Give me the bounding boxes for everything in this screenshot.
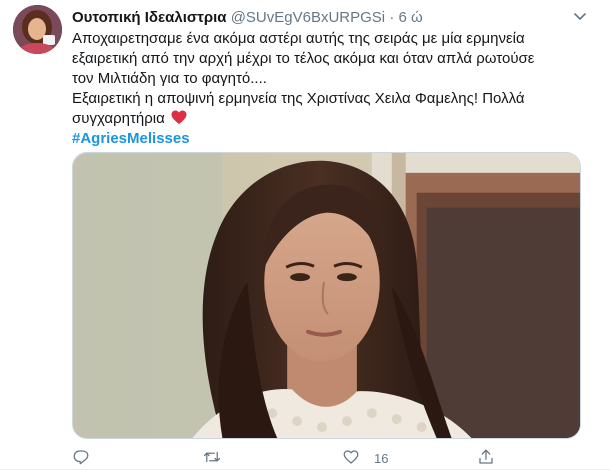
user-handle[interactable]: @SUvEgV6BxURPGSi <box>231 9 385 26</box>
share-icon <box>477 448 495 469</box>
tweet-text: Αποχαιρετησαμε ένα ακόμα αστέρι αυτής τη… <box>72 29 582 149</box>
avatar[interactable] <box>13 5 62 54</box>
reply-icon <box>72 448 90 469</box>
tweet-line: τον Μιλτιάδη για το φαγητό.... <box>72 70 267 87</box>
retweet-button[interactable] <box>203 448 221 468</box>
like-button[interactable]: 16 <box>342 448 388 468</box>
tweet-line: συγχαρητήρια <box>72 110 165 127</box>
like-count: 16 <box>374 450 389 466</box>
hashtag-link[interactable]: #AgriesMelisses <box>72 130 190 147</box>
like-icon <box>342 448 360 469</box>
reply-button[interactable] <box>72 448 90 468</box>
tweet-actions: 16 <box>72 448 512 468</box>
tweet-line: εξαιρετική από την αρχή μέχρι το τέλος α… <box>72 50 535 67</box>
tweet-line: Αποχαιρετησαμε ένα ακόμα αστέρι αυτής τη… <box>72 30 525 47</box>
share-button[interactable] <box>477 448 495 468</box>
red-heart-emoji-icon <box>171 110 187 125</box>
separator-dot: · <box>389 9 395 26</box>
chevron-down-icon[interactable] <box>572 8 588 24</box>
tweet-photo[interactable] <box>72 152 581 439</box>
tweet-line: Εξαιρετική η αποψινή ερμηνεία της Χριστί… <box>72 90 525 107</box>
tweet[interactable]: Ουτοπική Ιδεαλιστρια @SUvEgV6BxURPGSi · … <box>0 0 610 470</box>
timestamp[interactable]: 6 ώ <box>398 9 422 26</box>
tweet-header: Ουτοπική Ιδεαλιστρια @SUvEgV6BxURPGSi · … <box>72 8 590 28</box>
tweet-line-with-emoji: συγχαρητήρια <box>72 109 582 129</box>
retweet-icon <box>203 448 221 469</box>
display-name[interactable]: Ουτοπική Ιδεαλιστρια <box>72 9 227 26</box>
